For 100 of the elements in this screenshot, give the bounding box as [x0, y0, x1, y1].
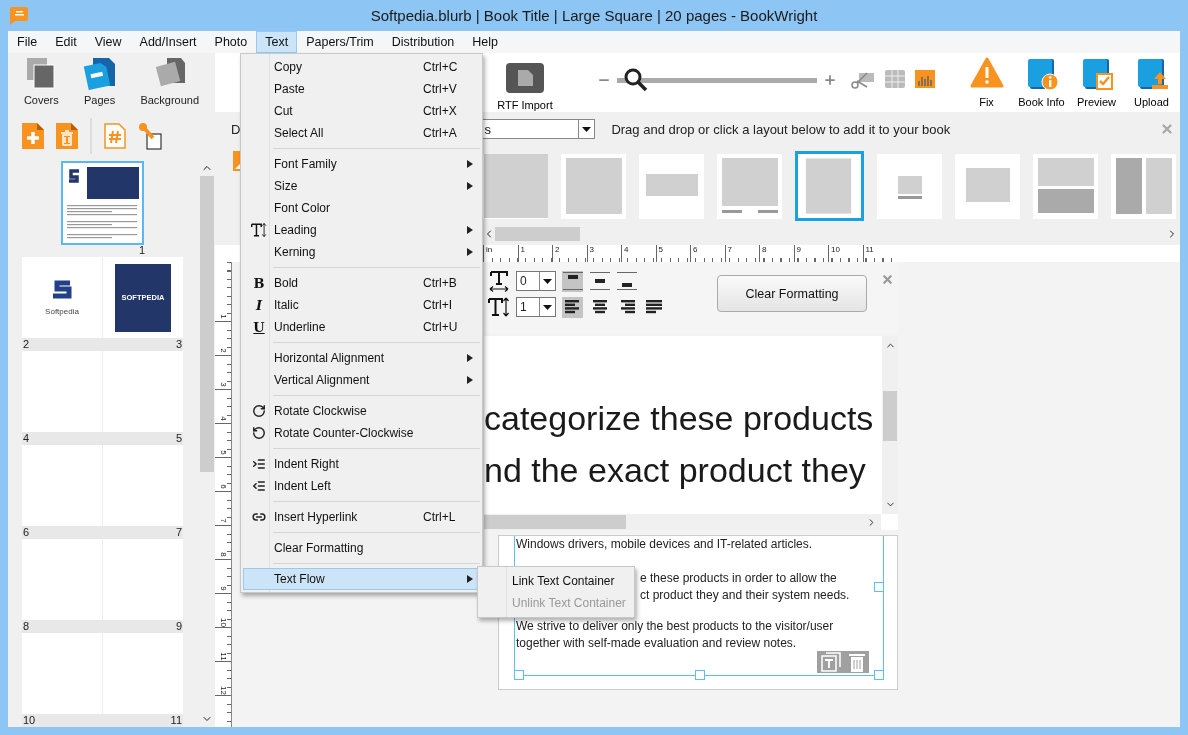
clear-formatting-button[interactable]: Clear Formatting [717, 275, 867, 312]
layout-option[interactable] [795, 151, 864, 221]
resize-handle[interactable] [874, 670, 884, 680]
layout-option[interactable] [1033, 153, 1098, 219]
menu-item[interactable]: Add/Insert [130, 31, 206, 53]
layout-option[interactable] [561, 153, 626, 219]
sidebar-tool-button[interactable]: Covers [23, 56, 59, 113]
close-button[interactable] [881, 273, 894, 286]
page-number: 5 [175, 432, 182, 445]
menu-entry[interactable]: Kerning [243, 241, 480, 263]
menu-item[interactable]: View [85, 31, 131, 53]
page-number: 11 [170, 714, 182, 727]
page-number: 1 [139, 245, 146, 257]
resize-handle[interactable] [874, 582, 884, 592]
menu-entry[interactable]: Select All Ctrl+A [243, 122, 480, 144]
toolbar-button[interactable]: Preview [1069, 54, 1124, 111]
sidebar-tool-button[interactable]: Background [140, 56, 200, 113]
leading-dropdown[interactable]: 1 [516, 297, 556, 317]
menu-item[interactable]: Distribution [382, 31, 464, 53]
preview-text-line: categorize these products [484, 398, 875, 439]
scrollbar-thumb[interactable] [495, 227, 580, 241]
ruler-label: 10 [218, 618, 228, 627]
zoom-in-icon[interactable] [823, 72, 837, 87]
layout-option[interactable] [955, 153, 1020, 219]
ruler-label: 3 [218, 382, 228, 387]
align-top-icon [562, 272, 583, 290]
menu-entry[interactable]: Rotate Clockwise [243, 400, 480, 422]
layout-dropdown[interactable]: s [480, 119, 596, 139]
submenu-arrow-icon [467, 182, 473, 190]
menu-entry[interactable]: Leading [243, 219, 480, 241]
menu-entry[interactable]: Indent Right [243, 453, 480, 475]
vertical-align-button[interactable] [616, 270, 637, 292]
menu-item[interactable]: Edit [46, 31, 86, 53]
ruler-label: 9 [218, 586, 228, 591]
menu-entry[interactable]: Cut Ctrl+X [243, 100, 480, 122]
menu-item[interactable]: File [8, 31, 47, 53]
page-number: 8 [23, 620, 30, 633]
toolbar-button[interactable]: Book Info [1014, 54, 1069, 111]
submenu-arrow-icon [467, 226, 473, 234]
menu-item[interactable]: Papers/Trim [297, 31, 383, 53]
menu-entry[interactable]: Vertical Alignment [243, 369, 480, 391]
vertical-align-button[interactable] [562, 270, 583, 292]
submenu-arrow-icon [467, 248, 473, 256]
layout-option[interactable] [483, 153, 548, 219]
add-page-icon [22, 122, 44, 149]
scrollbar-thumb[interactable] [883, 391, 897, 441]
sidebar-tool-button[interactable]: Pages [82, 56, 117, 113]
layout-hint: Drag and drop or click a layout below to add it to your book [611, 121, 951, 137]
menu-entry[interactable]: U Underline Ctrl+U [243, 316, 480, 338]
text-tracking-icon [488, 270, 510, 292]
menu-item[interactable]: Text [256, 31, 298, 53]
page-thumbnail[interactable]: Softpedia [22, 257, 102, 338]
menu-entry[interactable]: Clear Formatting [243, 537, 480, 559]
resize-handle[interactable] [695, 670, 705, 680]
menu-entry[interactable]: B Bold Ctrl+B [243, 272, 480, 294]
align-right-icon [618, 300, 635, 314]
text-align-button[interactable] [562, 296, 583, 318]
align-bottom-icon [616, 272, 637, 290]
rotate-clockwise-icon [252, 404, 266, 418]
layout-option[interactable] [1111, 153, 1176, 219]
align-center-icon [591, 300, 608, 314]
rotate-counterclockwise-icon [252, 426, 266, 440]
page-number: 4 [23, 432, 30, 445]
layout-option[interactable] [639, 153, 704, 219]
dropdown-arrow-icon [539, 272, 555, 290]
menu-entry[interactable]: Font Color [243, 197, 480, 219]
grid-icon [885, 69, 905, 88]
scrollbar-thumb[interactable] [484, 515, 626, 529]
link-icon [252, 510, 266, 524]
scrollbar[interactable] [484, 514, 881, 530]
menu-entry[interactable]: Size [243, 175, 480, 197]
menu-item[interactable]: Help [463, 31, 508, 53]
preview-text-line: nd the exact product they [484, 450, 867, 491]
menu-entry[interactable]: Font Family [243, 153, 480, 175]
toolbar-button[interactable]: Upload [1124, 54, 1179, 111]
rtf-import-button[interactable]: RTF Import [495, 62, 555, 111]
menu-entry[interactable]: Insert Hyperlink Ctrl+L [243, 506, 480, 528]
panel-label: D [231, 121, 241, 137]
pages-icon [82, 56, 117, 90]
close-button[interactable] [1160, 122, 1174, 136]
menu-entry[interactable]: Horizontal Alignment [243, 347, 480, 369]
layout-option[interactable] [717, 153, 782, 219]
crop-icon [851, 69, 875, 90]
toolbar-button[interactable]: Fix [959, 54, 1014, 111]
menu-entry[interactable]: Indent Left [243, 475, 480, 497]
scrollbar-thumb[interactable] [200, 176, 214, 472]
menu-entry[interactable]: Rotate Counter-Clockwise [243, 422, 480, 444]
menu-entry[interactable]: I Italic Ctrl+I [243, 294, 480, 316]
menu-entry[interactable]: Copy Ctrl+C [243, 56, 480, 78]
menu-entry[interactable]: Text Flow [243, 568, 480, 590]
menu-entry[interactable]: Link Text Container [480, 570, 632, 592]
menu-entry[interactable]: Paste Ctrl+V [243, 78, 480, 100]
menu-item[interactable]: Photo [205, 31, 257, 53]
page-number: 6 [23, 526, 30, 539]
vertical-align-button[interactable] [589, 270, 610, 292]
resize-handle[interactable] [514, 670, 524, 680]
page-number: 10 [23, 714, 36, 727]
layout-option[interactable] [877, 153, 942, 219]
tracking-dropdown[interactable]: 0 [516, 271, 556, 291]
page-number: 2 [23, 338, 30, 351]
